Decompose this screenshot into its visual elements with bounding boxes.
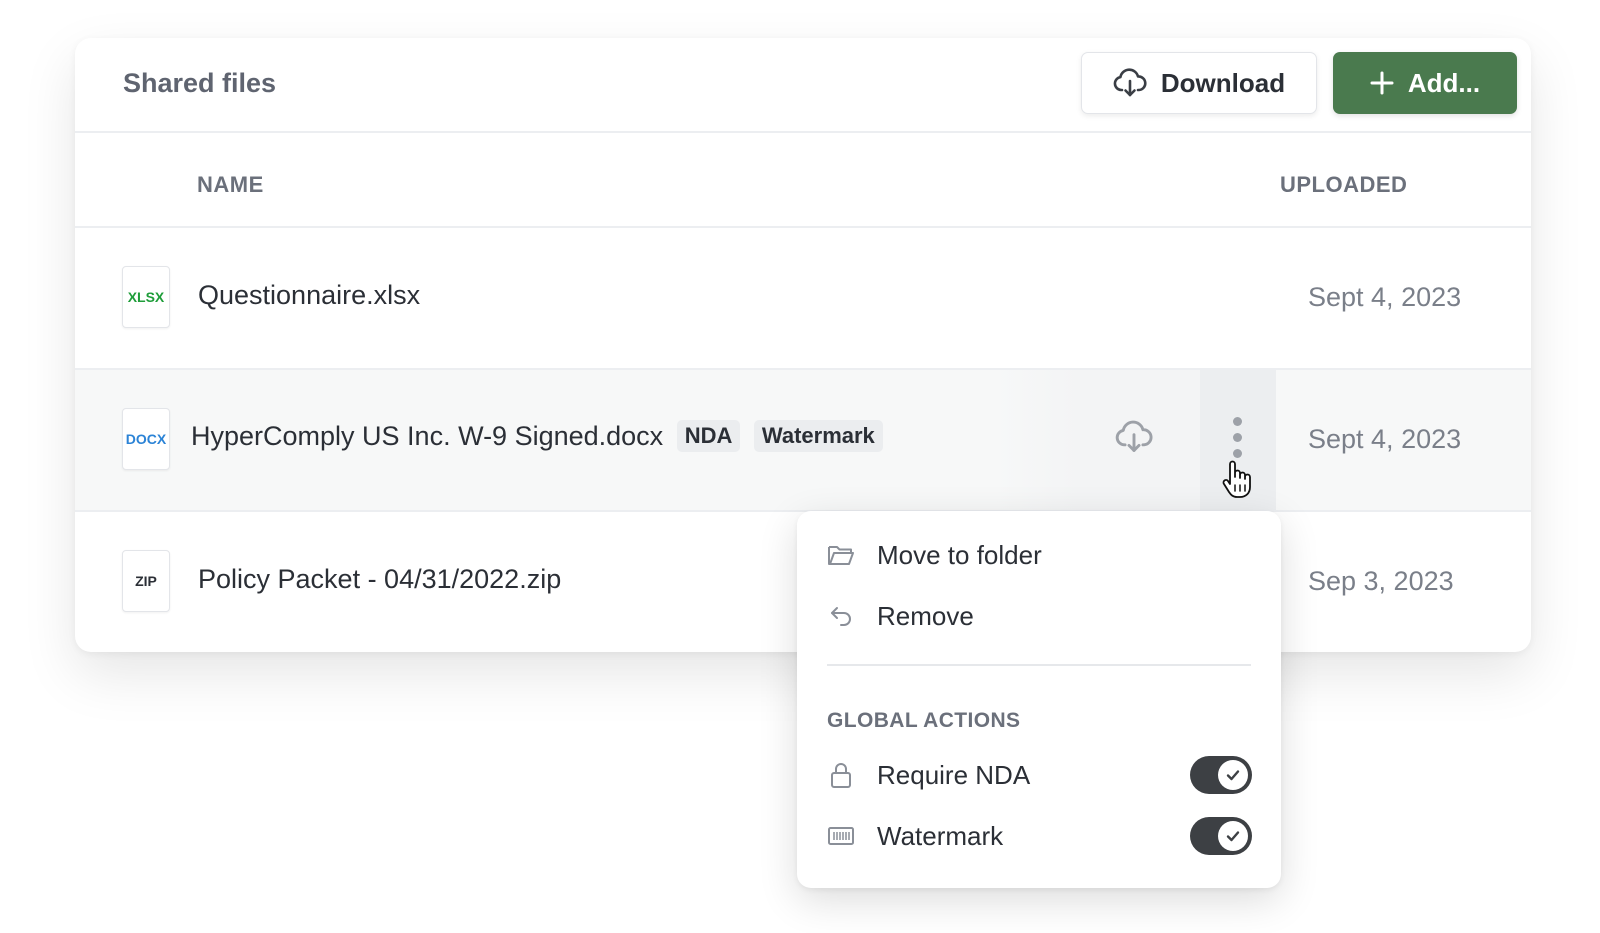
move-to-folder-item[interactable]: Move to folder (827, 533, 1042, 577)
file-type-label: XLSX (127, 289, 165, 305)
cloud-download-icon (1113, 68, 1147, 98)
tag-watermark: Watermark (753, 420, 883, 452)
folder-icon (827, 541, 855, 569)
download-button-label: Download (1160, 67, 1286, 98)
menu-divider (827, 664, 1251, 666)
plus-icon (1370, 71, 1394, 95)
tag-nda: NDA (676, 420, 741, 452)
check-icon (1226, 831, 1240, 842)
add-button[interactable]: Add... (1333, 52, 1517, 114)
remove-label: Remove (877, 600, 974, 631)
page-title: Shared files (123, 68, 277, 98)
xlsx-file-icon: XLSX (122, 266, 170, 328)
file-name[interactable]: HyperComply US Inc. W-9 Signed.docx (191, 421, 663, 451)
card-header: Shared files Download Add... (75, 38, 1531, 133)
require-nda-item: Require NDA (827, 753, 1030, 797)
require-nda-toggle[interactable] (1190, 756, 1252, 794)
undo-icon (827, 602, 855, 630)
table-row[interactable]: XLSX Questionnaire.xlsx Sept 4, 2023 (75, 228, 1531, 368)
file-name[interactable]: Questionnaire.xlsx (198, 280, 420, 311)
require-nda-label: Require NDA (877, 759, 1031, 790)
download-button[interactable]: Download (1081, 52, 1317, 114)
cloud-download-icon[interactable] (1115, 420, 1153, 458)
uploaded-date: Sept 4, 2023 (1308, 282, 1462, 312)
watermark-toggle[interactable] (1190, 817, 1252, 855)
table-row[interactable]: DOCX HyperComply US Inc. W-9 Signed.docx… (75, 370, 1531, 510)
move-to-folder-label: Move to folder (877, 539, 1042, 570)
watermark-icon (827, 822, 855, 850)
file-type-label: ZIP (135, 573, 157, 589)
file-name[interactable]: Policy Packet - 04/31/2022.zip (198, 564, 561, 595)
row-actions-background (995, 370, 1205, 510)
uploaded-date: Sep 3, 2023 (1308, 566, 1454, 596)
add-button-label: Add... (1407, 67, 1481, 98)
uploaded-date: Sept 4, 2023 (1308, 424, 1462, 454)
lock-icon (827, 761, 855, 789)
row-context-menu: Move to folder Remove GLOBAL ACTIONS Req… (797, 511, 1281, 888)
global-actions-heading: GLOBAL ACTIONS (827, 709, 1021, 732)
zip-file-icon: ZIP (122, 550, 170, 612)
check-icon (1226, 770, 1240, 781)
watermark-item: Watermark (827, 814, 1003, 858)
docx-file-icon: DOCX (122, 408, 170, 470)
watermark-label: Watermark (877, 820, 1004, 851)
file-type-label: DOCX (125, 431, 167, 447)
column-header-name[interactable]: NAME (197, 172, 264, 198)
remove-item[interactable]: Remove (827, 594, 974, 638)
hand-cursor-icon (1221, 460, 1255, 500)
column-header-uploaded[interactable]: UPLOADED (1280, 172, 1407, 198)
file-name-with-tags: HyperComply US Inc. W-9 Signed.docx NDA … (191, 420, 883, 452)
